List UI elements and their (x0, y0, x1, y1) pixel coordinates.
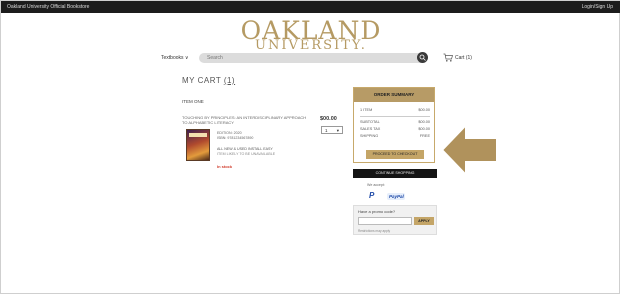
item-price: $00.00 (320, 116, 337, 122)
search-icon (419, 54, 426, 61)
quantity-value: 1 (325, 128, 328, 133)
book-cover-image[interactable] (186, 129, 210, 161)
quantity-select[interactable]: 1 ▾ (321, 126, 343, 134)
paypal-logo[interactable]: PayPal (387, 193, 405, 200)
search-input[interactable]: Search (199, 53, 427, 63)
paypal-icon[interactable]: P (369, 191, 374, 200)
top-bar: Oakland University Official Bookstore Lo… (1, 1, 620, 13)
apply-promo-button[interactable]: APPLY (414, 217, 434, 225)
order-summary-header: ORDER SUMMARY (354, 88, 434, 102)
payment-accept-label: We accept: (367, 183, 385, 187)
chevron-down-icon: ▾ (336, 128, 339, 133)
item-title[interactable]: TOUCHING BY PRINCIPLES: AN INTERDISCIPLI… (182, 115, 312, 125)
item-isbn: ISBN: 9781234567890 (217, 136, 254, 140)
page: Oakland University Official Bookstore Lo… (0, 0, 620, 294)
promo-code-box: Have a promo code? APPLY Restrictions ma… (353, 205, 437, 235)
cart-count: (1) (223, 76, 236, 85)
item-heading: ITEM ONE (182, 99, 204, 104)
promo-note: Restrictions may apply (358, 229, 391, 233)
page-title-text: MY CART (182, 76, 222, 85)
textbooks-dropdown[interactable]: Textbooks ∨ (161, 55, 189, 61)
apply-label: APPLY (418, 219, 430, 223)
paypal-text: PayPal (389, 194, 404, 199)
cart-link[interactable]: Cart (1) (455, 55, 472, 61)
stock-status: In stock (217, 164, 233, 169)
cart-icon[interactable] (443, 53, 453, 62)
left-arrow-icon (440, 122, 498, 178)
item-edition: EDITION: 2020 (217, 131, 242, 135)
login-link[interactable]: Login/Sign Up (582, 4, 613, 10)
promo-question: Have a promo code? (358, 209, 396, 214)
logo-university[interactable]: UNIVERSITY. (1, 38, 620, 53)
search-placeholder: Search (207, 55, 223, 61)
page-title: MY CART (1) (182, 76, 235, 85)
search-button[interactable] (417, 52, 428, 63)
item-availability-note: ITEM LIKELY TO BE UNAVAILABLE (217, 152, 276, 156)
continue-label: CONTINUE SHOPPING (375, 171, 415, 175)
proceed-label: PROCEED TO CHECKOUT (372, 152, 418, 156)
promo-code-input[interactable] (358, 217, 412, 225)
summary-divider (360, 116, 430, 117)
order-summary-title: ORDER SUMMARY (373, 92, 415, 97)
store-name: Oakland University Official Bookstore (7, 4, 90, 10)
item-format: ALL NEW & USED INSTALL EASY (217, 147, 273, 151)
order-summary-panel: ORDER SUMMARY 1 ITEM $00.00 SUBTOTAL $00… (353, 87, 435, 163)
proceed-to-checkout-button[interactable]: PROCEED TO CHECKOUT (366, 150, 424, 159)
continue-shopping-button[interactable]: CONTINUE SHOPPING (353, 169, 437, 178)
